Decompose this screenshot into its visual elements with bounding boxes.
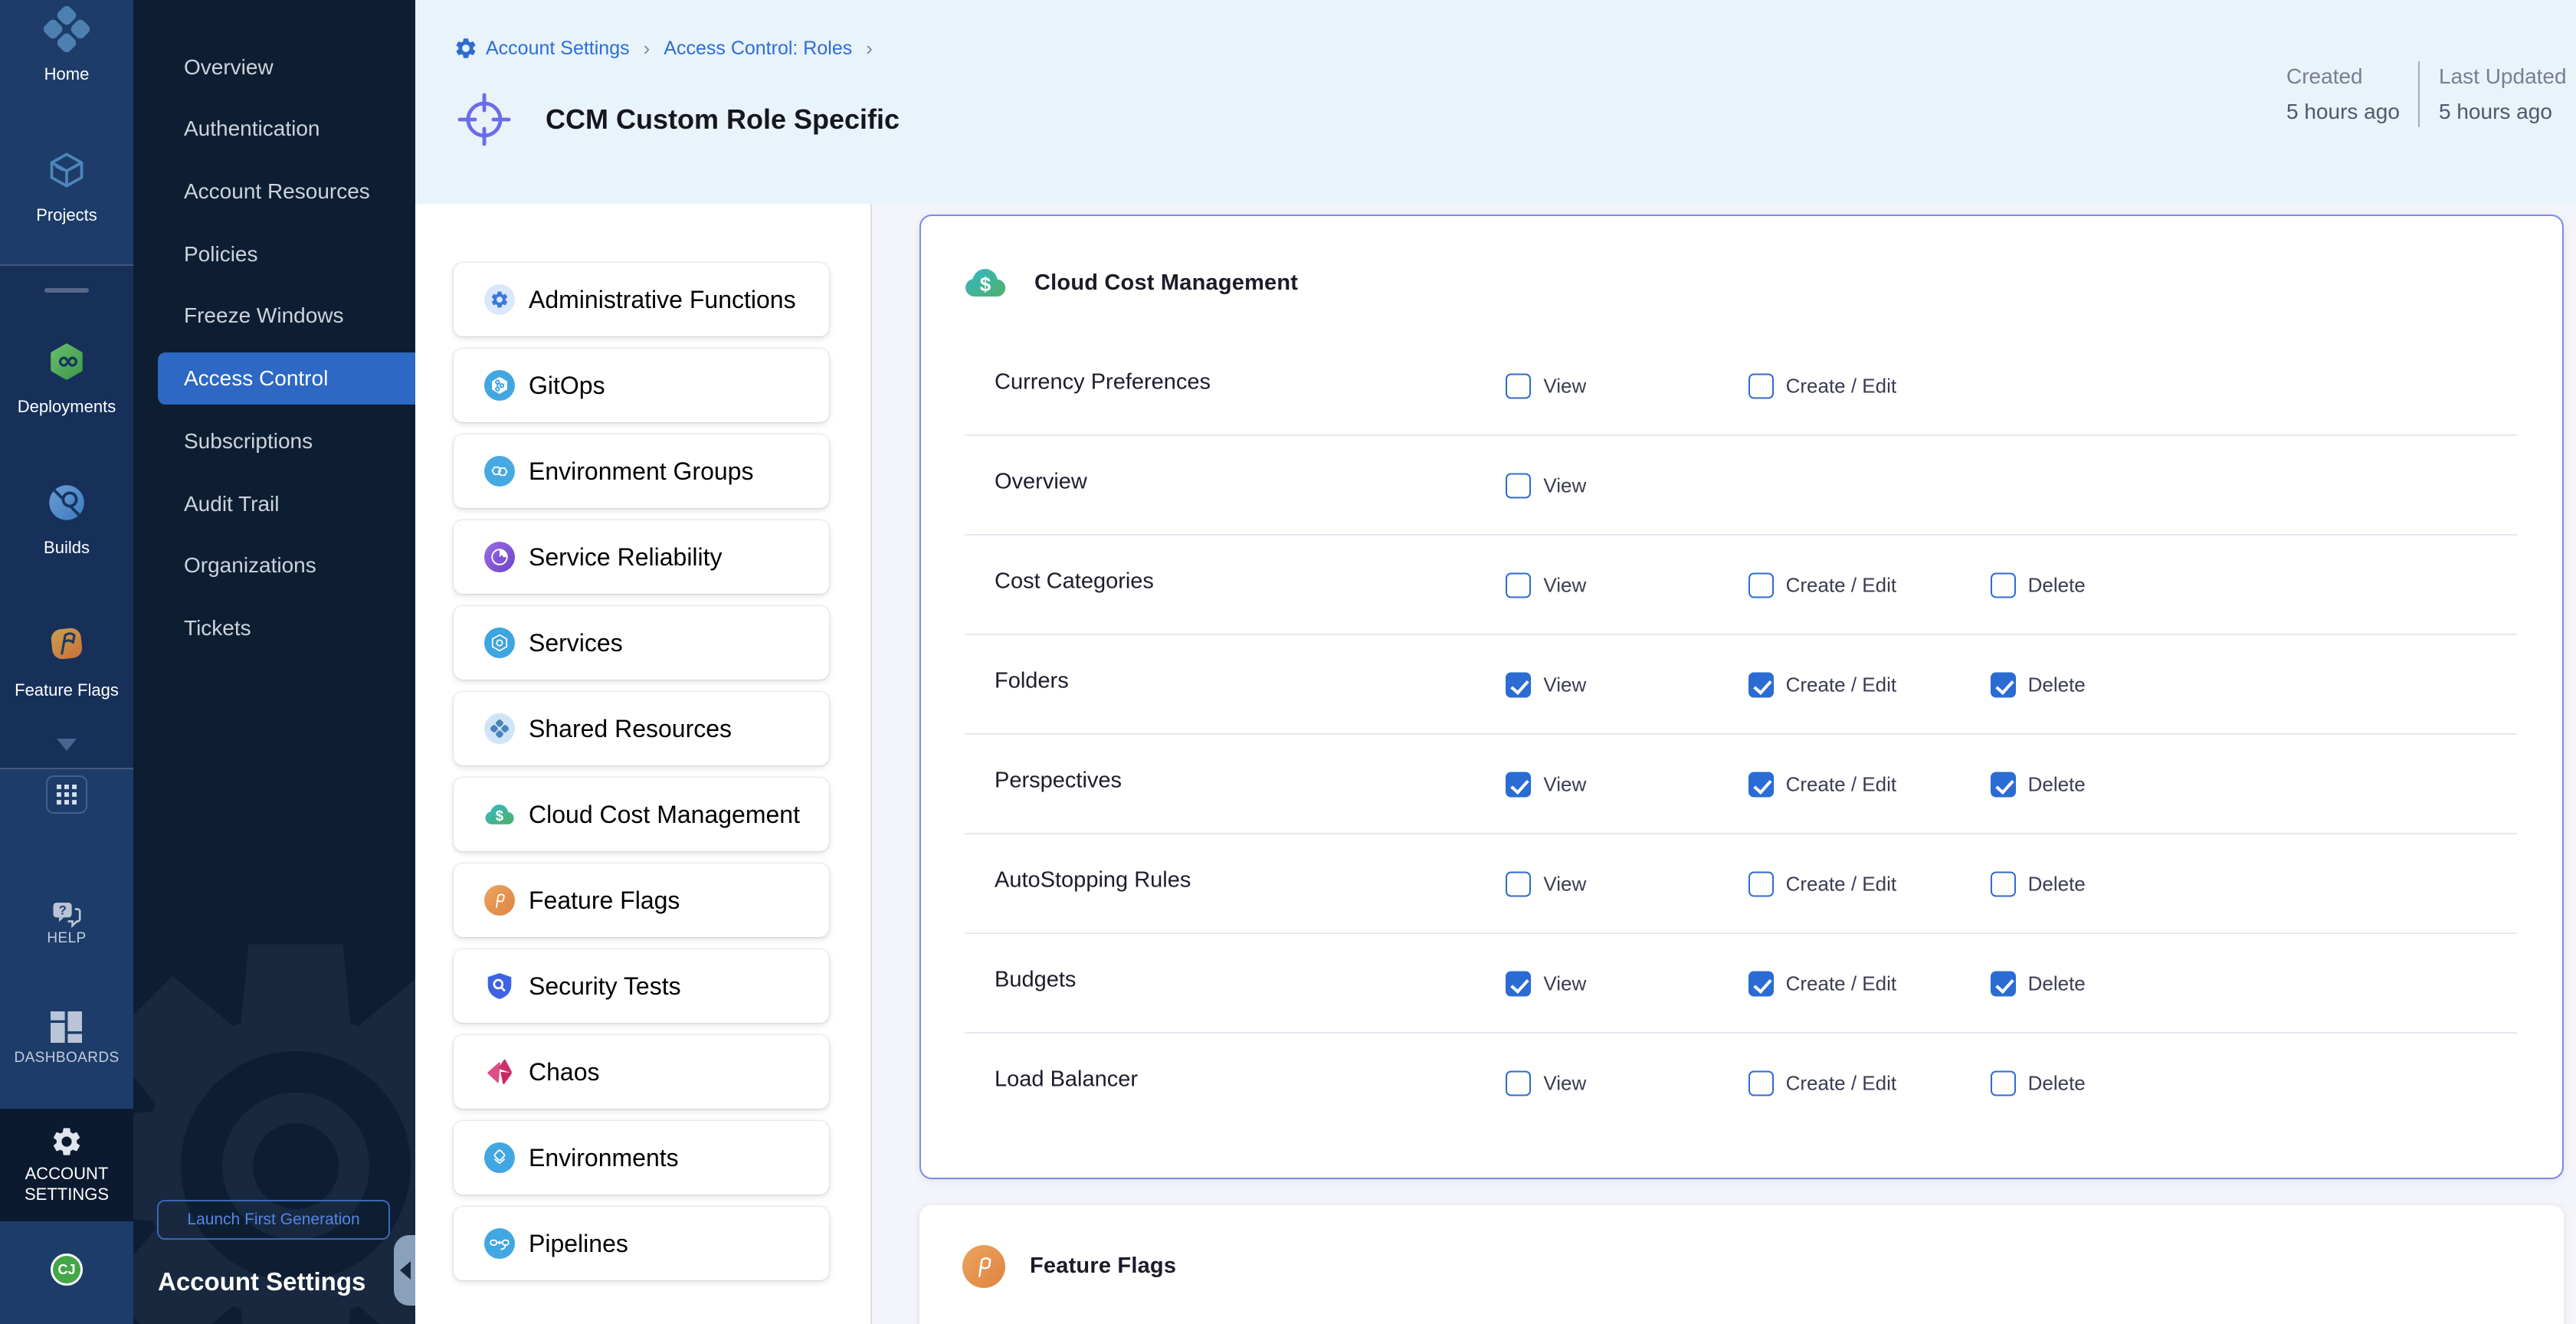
svg-text:$: $ [980, 273, 991, 296]
svg-text:?: ? [59, 903, 67, 918]
svg-text:$: $ [496, 808, 504, 824]
